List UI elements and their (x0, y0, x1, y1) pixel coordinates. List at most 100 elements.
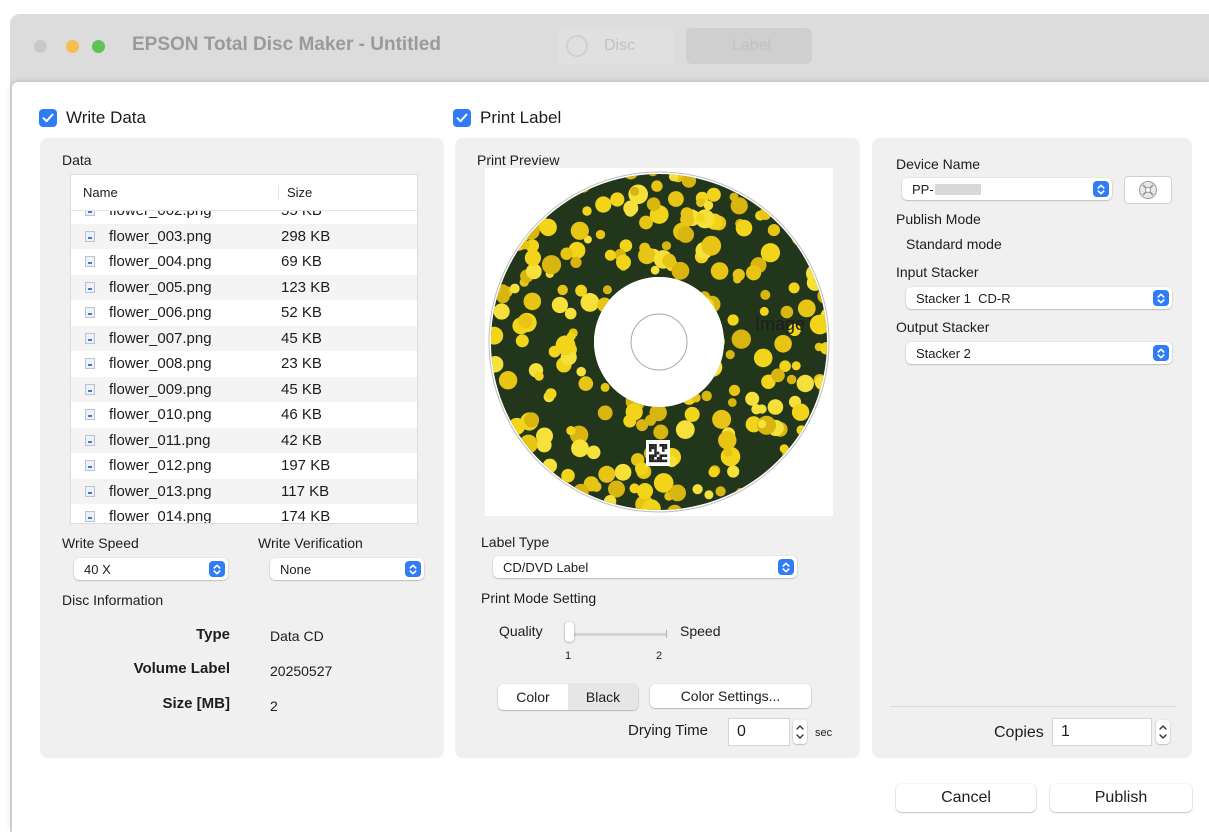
zoom-window-button[interactable] (92, 40, 105, 53)
flower-mark (573, 496, 582, 505)
label-type-value: CD/DVD Label (503, 559, 589, 575)
flower-mark (532, 469, 542, 479)
file-name: flower_003.png (109, 227, 212, 245)
close-window-button[interactable] (34, 40, 47, 53)
flower-mark (637, 483, 653, 499)
qr-module (649, 444, 652, 447)
cancel-button[interactable]: Cancel (896, 784, 1036, 812)
flower-mark (508, 441, 521, 454)
flower-mark (545, 497, 556, 509)
copies-field[interactable]: 1 (1052, 718, 1152, 746)
copies-stepper[interactable] (1156, 720, 1170, 744)
flower-mark (822, 174, 827, 188)
tab-disc[interactable]: Disc (558, 28, 674, 64)
file-row[interactable]: flower_005.png 123 KB (71, 274, 417, 300)
file-row[interactable]: flower_009.png 45 KB (71, 376, 417, 402)
chevron-updown-icon (778, 559, 794, 575)
flower-mark (630, 186, 640, 196)
file-row[interactable]: flower_008.png 23 KB (71, 351, 417, 377)
speed-label: Speed (680, 623, 721, 639)
flower-mark (818, 461, 827, 470)
flower-mark (709, 174, 724, 176)
file-row[interactable]: flower_003.png 298 KB (71, 223, 417, 249)
checkmark-icon (42, 113, 54, 123)
print-label-panel: Print Preview Image Label Type CD/DVD La… (455, 138, 860, 758)
publish-button[interactable]: Publish (1050, 784, 1192, 812)
qr-module (656, 459, 660, 463)
flower-mark (595, 196, 612, 213)
black-segment[interactable]: Black (568, 684, 638, 710)
file-row[interactable]: flower_012.png 197 KB (71, 453, 417, 479)
file-list[interactable]: flower_002.png55 KBflower_003.png298 KBf… (70, 174, 418, 524)
column-header-size[interactable]: Size (279, 185, 312, 200)
label-type-select[interactable]: CD/DVD Label (493, 556, 797, 578)
device-utility-button[interactable] (1124, 176, 1172, 204)
flower-mark (692, 484, 703, 495)
flower-mark (813, 197, 827, 212)
qr-module (651, 446, 655, 450)
file-name: flower_013.png (109, 482, 212, 500)
flower-mark (791, 227, 811, 247)
file-row[interactable]: flower_013.png 117 KB (71, 478, 417, 504)
write-verification-select[interactable]: None (270, 558, 424, 580)
file-row[interactable]: flower_006.png 52 KB (71, 300, 417, 326)
drying-time-label: Drying Time (628, 722, 709, 739)
flower-mark (563, 492, 575, 504)
flower-mark (821, 174, 827, 175)
flower-mark (537, 504, 551, 510)
qr-module (654, 449, 657, 452)
device-name-redacted (934, 183, 981, 195)
disc-information-label: Disc Information (62, 592, 164, 608)
drying-time-field[interactable]: 0 (728, 718, 790, 746)
flower-mark (524, 249, 541, 266)
label-type-label: Label Type (481, 534, 550, 550)
flower-mark (708, 174, 717, 175)
file-row[interactable]: flower_011.png 42 KB (71, 427, 417, 453)
file-row[interactable]: flower_010.png 46 KB (71, 402, 417, 428)
image-overlay-label: Image (755, 314, 806, 334)
tab-label[interactable]: Label (686, 28, 812, 64)
print-mode-slider-track[interactable] (567, 633, 667, 636)
drying-time-stepper[interactable] (793, 720, 807, 744)
flower-mark (818, 262, 827, 273)
column-header-name[interactable]: Name (71, 185, 279, 200)
flower-mark (791, 403, 810, 421)
print-preview-label: Print Preview (477, 152, 560, 168)
flower-mark (746, 265, 762, 281)
file-row[interactable]: flower_007.png 45 KB (71, 325, 417, 351)
flower-mark (701, 235, 722, 256)
output-stacker-select[interactable]: Stacker 2 (906, 342, 1172, 364)
flower-mark (771, 493, 784, 507)
input-stacker-select[interactable]: Stacker 1 CD-R (906, 287, 1172, 309)
flower-mark (715, 486, 726, 497)
flower-mark (558, 490, 571, 503)
file-name: flower_011.png (109, 431, 211, 449)
file-row[interactable]: flower_014.png 174 KB (71, 504, 417, 523)
flower-mark (545, 388, 557, 400)
flower-mark (582, 206, 592, 216)
print-preview[interactable]: Image (485, 168, 833, 516)
flower-mark (520, 480, 537, 498)
color-mode-segmented-control[interactable]: Color Black (498, 684, 638, 710)
minimize-window-button[interactable] (66, 40, 79, 53)
qr-module (651, 457, 655, 460)
color-segment[interactable]: Color (498, 684, 568, 710)
color-settings-button[interactable]: Color Settings... (650, 684, 811, 708)
flower-mark (712, 409, 732, 429)
print-label-checkbox[interactable] (453, 109, 471, 127)
flower-mark (704, 490, 714, 500)
flower-mark (560, 247, 573, 260)
flower-mark (536, 427, 553, 445)
chevron-updown-icon (209, 561, 225, 577)
file-icon (85, 409, 95, 421)
flower-mark (760, 289, 771, 300)
write-speed-select[interactable]: 40 X (74, 558, 228, 580)
flower-mark (639, 242, 651, 254)
flower-mark (772, 468, 790, 487)
write-data-checkbox[interactable] (39, 109, 57, 127)
flower-mark (595, 174, 605, 183)
device-name-select[interactable]: PP- (902, 178, 1112, 200)
file-row[interactable]: flower_004.png 69 KB (71, 249, 417, 275)
flower-mark (653, 424, 669, 440)
print-mode-slider-thumb[interactable] (565, 622, 574, 642)
